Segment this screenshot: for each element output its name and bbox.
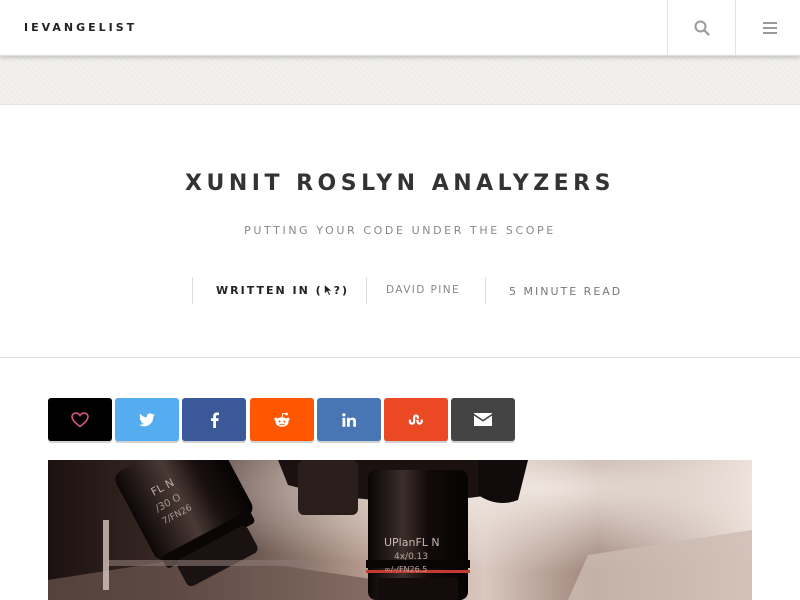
search-button[interactable] — [667, 0, 735, 56]
author-link[interactable]: DAVID PINE — [386, 284, 460, 296]
facebook-icon — [210, 411, 219, 428]
cursor-icon — [323, 283, 333, 296]
hero-image: FL N /30 O 7/FN26 UPlanFL N 4x/0.13 ∞/-/… — [48, 460, 752, 600]
meta-divider — [192, 277, 193, 304]
site-brand-link[interactable]: IEVANGELIST — [24, 21, 137, 34]
microscope-image: FL N /30 O 7/FN26 UPlanFL N 4x/0.13 ∞/-/… — [48, 460, 752, 600]
written-in-suffix: ?) — [333, 284, 350, 297]
lens-label: 4x/0.13 — [394, 552, 428, 562]
reddit-share-button[interactable] — [250, 398, 314, 441]
linkedin-share-button[interactable] — [317, 398, 381, 441]
reddit-icon — [274, 412, 290, 427]
read-time: 5 MINUTE READ — [509, 285, 623, 298]
menu-button[interactable] — [735, 0, 800, 56]
facebook-share-button[interactable] — [182, 398, 246, 441]
meta-divider — [366, 277, 367, 304]
twitter-icon — [139, 412, 155, 426]
linkedin-icon — [342, 412, 356, 427]
section-divider — [0, 357, 800, 358]
search-icon — [694, 20, 710, 36]
post-title: XUNIT ROSLYN ANALYZERS — [185, 171, 615, 196]
textured-banner — [0, 56, 800, 105]
written-in-label: WRITTEN IN ( — [216, 284, 323, 297]
heart-icon — [71, 411, 89, 427]
meta-divider — [485, 277, 486, 304]
lens-label: ∞/-/FN26.5 — [384, 565, 427, 574]
written-in-meta: WRITTEN IN (?) — [216, 283, 350, 297]
hamburger-menu-icon — [762, 22, 777, 34]
twitter-share-button[interactable] — [115, 398, 179, 441]
post-subtitle: PUTTING YOUR CODE UNDER THE SCOPE — [244, 224, 556, 237]
email-icon — [474, 413, 492, 426]
top-navigation-bar: IEVANGELIST — [0, 0, 800, 56]
like-button[interactable] — [48, 398, 112, 441]
email-share-button[interactable] — [451, 398, 515, 441]
stumbleupon-icon — [408, 414, 423, 425]
lens-label: UPlanFL N — [384, 536, 440, 549]
stumbleupon-share-button[interactable] — [384, 398, 448, 441]
